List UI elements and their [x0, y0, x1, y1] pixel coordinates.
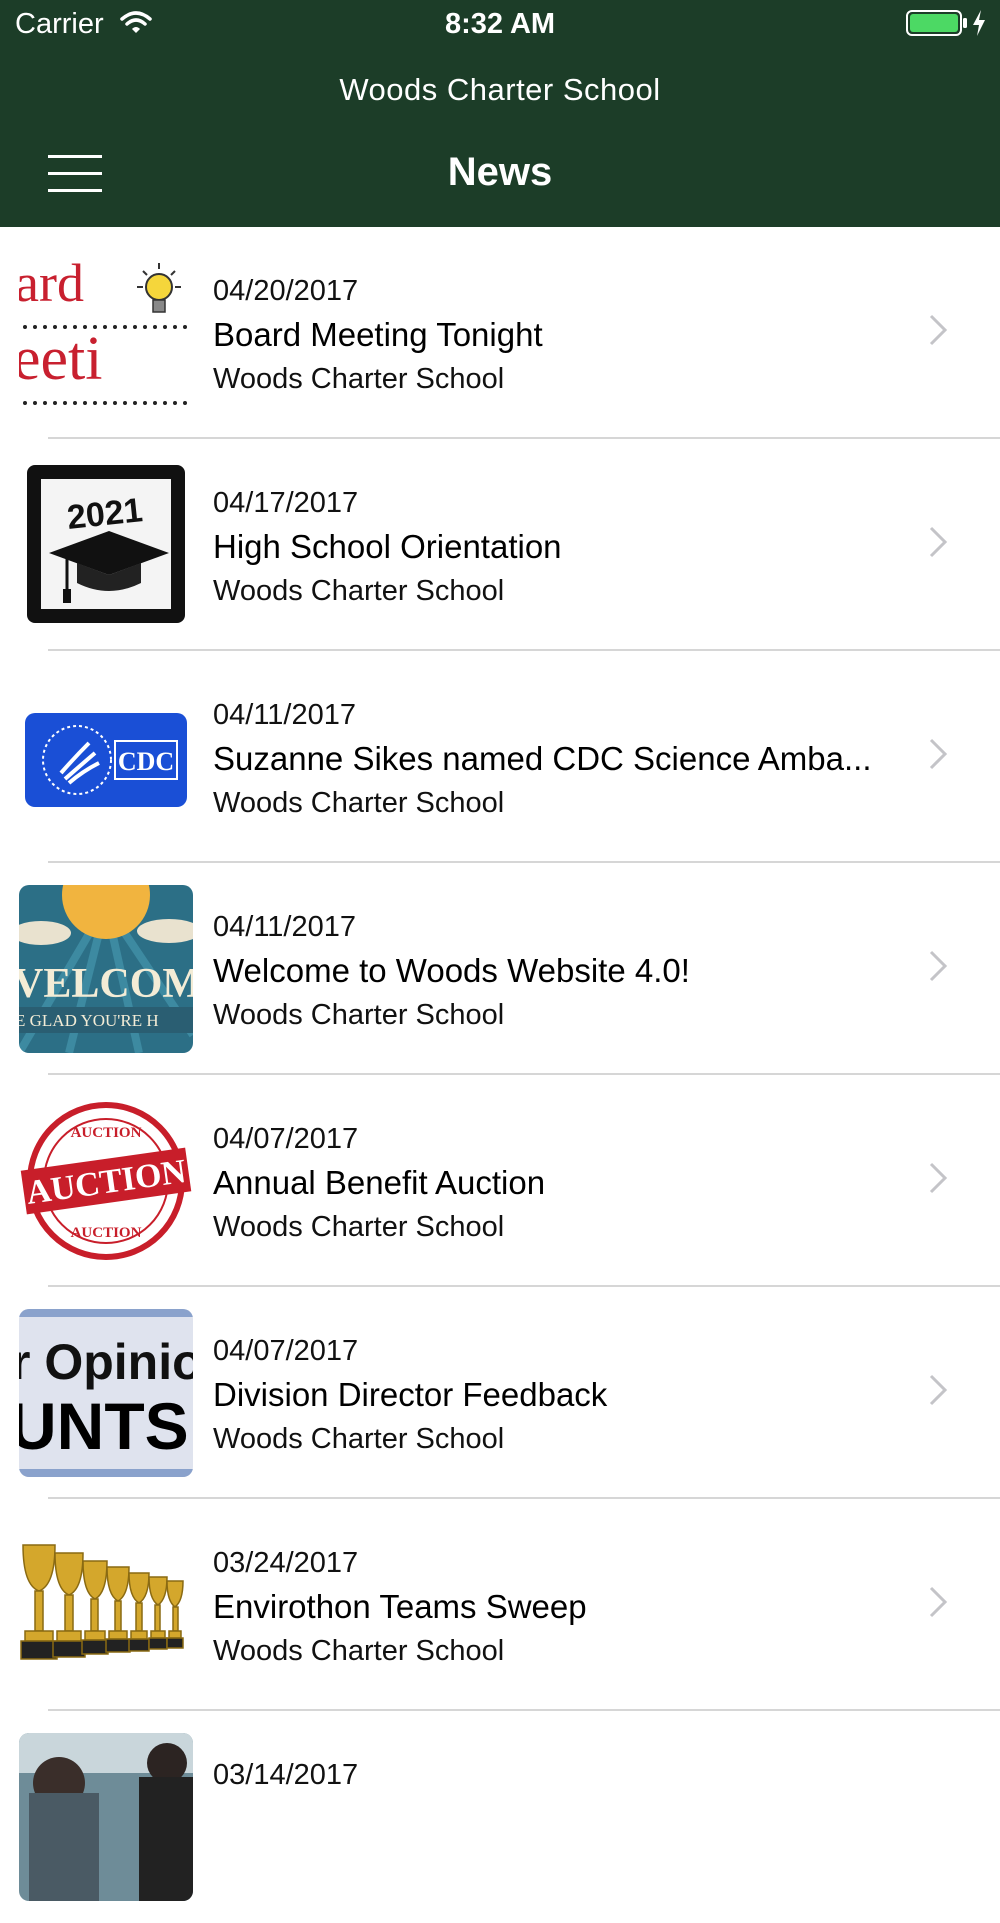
svg-text:eeti: eeti — [19, 325, 103, 393]
chevron-right-icon — [929, 526, 948, 558]
news-title: Suzanne Sikes named CDC Science Amba... — [213, 740, 872, 777]
news-source: Woods Charter School — [213, 1423, 505, 1455]
svg-text:AUCTION: AUCTION — [71, 1125, 142, 1141]
news-thumbnail-photo — [19, 1733, 193, 1901]
news-date: 04/20/2017 — [213, 275, 359, 307]
news-date: 04/07/2017 — [213, 1335, 359, 1367]
news-thumbnail-welcome: VELCOM E GLAD YOU'RE H — [19, 885, 193, 1053]
chevron-right-icon — [929, 1374, 948, 1406]
news-title: Annual Benefit Auction — [213, 1164, 546, 1201]
news-source: Woods Charter School — [213, 575, 505, 607]
news-date: 04/11/2017 — [213, 911, 356, 943]
news-date: 04/17/2017 — [213, 487, 359, 519]
svg-text:E GLAD YOU'RE H: E GLAD YOU'RE H — [19, 1011, 159, 1030]
news-title — [213, 1797, 913, 1841]
news-date: 04/07/2017 — [213, 1123, 359, 1155]
app-header: Carrier 8:32 AM Woods Charter School New… — [0, 0, 1000, 227]
news-thumbnail-graduation: 2021 — [19, 461, 193, 629]
news-date: 04/11/2017 — [213, 699, 356, 731]
chevron-right-icon — [929, 950, 948, 982]
clock: 8:32 AM — [444, 8, 556, 40]
news-title: Board Meeting Tonight — [213, 316, 543, 353]
news-item[interactable]: VELCOM E GLAD YOU'RE H 04/11/2017 Welcom… — [0, 863, 1000, 1075]
chevron-right-icon — [929, 314, 948, 346]
status-bar: Carrier 8:32 AM — [0, 0, 1000, 50]
battery-icon — [906, 10, 967, 36]
news-title: Welcome to Woods Website 4.0! — [213, 952, 690, 989]
news-title: Envirothon Teams Sweep — [213, 1588, 587, 1625]
news-item[interactable]: 2021 04/17/2017 High School Orientation … — [0, 439, 1000, 651]
news-source: Woods Charter School — [213, 1635, 505, 1667]
news-item[interactable]: r Opinio UNTS 04/07/2017 Division Direct… — [0, 1287, 1000, 1499]
news-date: 03/24/2017 — [213, 1547, 359, 1579]
news-title: Division Director Feedback — [213, 1376, 608, 1413]
svg-text:AUCTION: AUCTION — [71, 1225, 142, 1241]
news-item[interactable]: AUCTION AUCTION AUCTION 04/07/2017 Annua… — [0, 1075, 1000, 1287]
news-thumbnail-cdc: CDC — [19, 673, 193, 841]
news-source — [213, 1841, 913, 1885]
news-source: Woods Charter School — [213, 787, 505, 819]
chevron-right-icon — [929, 1162, 948, 1194]
news-item[interactable]: CDC 04/11/2017 Suzanne Sikes named CDC S… — [0, 651, 1000, 863]
news-item[interactable]: ard eeti 04/20/2017 Board Meeting Tonigh… — [0, 227, 1000, 439]
news-thumbnail-trophies — [19, 1521, 193, 1689]
news-list: ard eeti 04/20/2017 Board Meeting Tonigh… — [0, 227, 1000, 1923]
charging-bolt-icon — [973, 10, 985, 36]
school-name: Woods Charter School — [339, 72, 661, 107]
svg-text:2021: 2021 — [65, 491, 144, 537]
svg-text:r Opinio: r Opinio — [19, 1334, 193, 1390]
news-date: 03/14/2017 — [213, 1759, 359, 1791]
news-thumbnail-board-meeting: ard eeti — [19, 249, 193, 417]
chevron-right-icon — [929, 738, 948, 770]
news-thumbnail-opinion: r Opinio UNTS — [19, 1309, 193, 1477]
news-item[interactable]: 03/14/2017 — [0, 1711, 1000, 1923]
news-title: High School Orientation — [213, 528, 562, 565]
svg-text:ard: ard — [19, 253, 84, 313]
news-thumbnail-auction: AUCTION AUCTION AUCTION — [19, 1097, 193, 1265]
svg-text:CDC: CDC — [118, 747, 174, 776]
news-item[interactable]: 03/24/2017 Envirothon Teams Sweep Woods … — [0, 1499, 1000, 1711]
news-source: Woods Charter School — [213, 363, 505, 395]
page-title: News — [447, 150, 553, 194]
svg-text:UNTS: UNTS — [19, 1389, 189, 1463]
news-source: Woods Charter School — [213, 999, 505, 1031]
svg-text:VELCOM: VELCOM — [19, 961, 193, 1007]
news-source: Woods Charter School — [213, 1211, 505, 1243]
trophy-icon — [19, 1521, 193, 1689]
chevron-right-icon — [929, 1586, 948, 1618]
